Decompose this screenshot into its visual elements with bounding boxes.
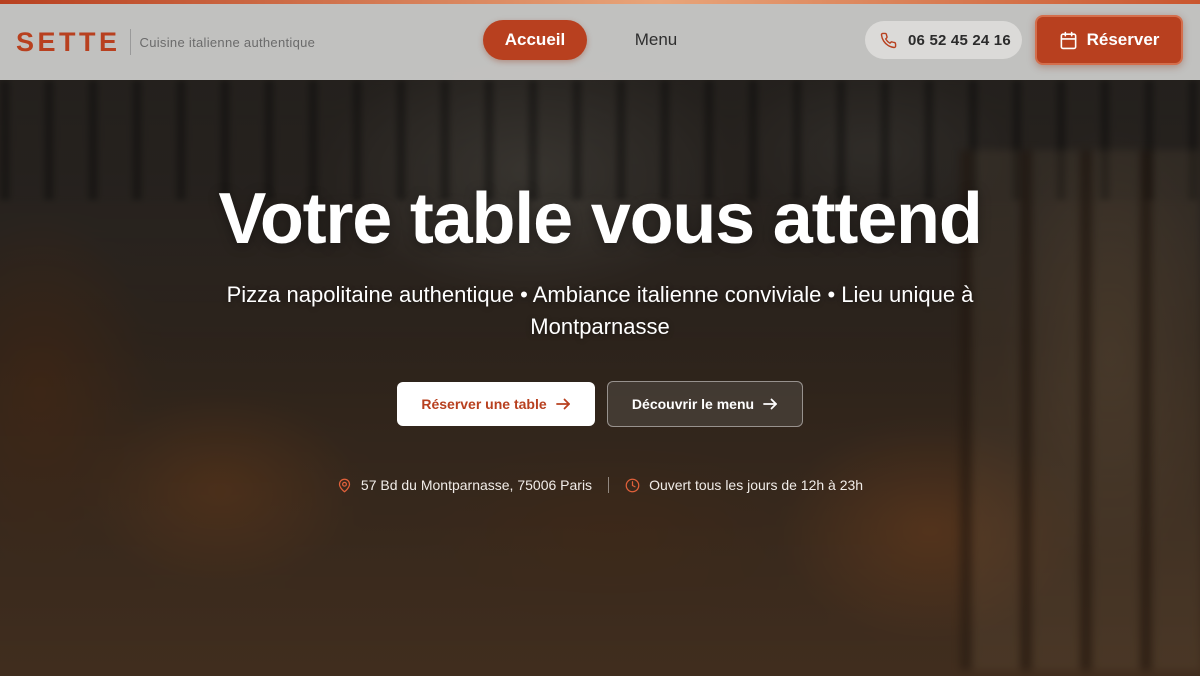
brand-tagline: Cuisine italienne authentique: [139, 34, 316, 50]
address-info: 57 Bd du Montparnasse, 75006 Paris: [337, 477, 592, 493]
top-accent-line: [0, 0, 1200, 4]
reserve-table-label: Réserver une table: [421, 396, 547, 412]
discover-menu-label: Découvrir le menu: [631, 396, 755, 412]
brand-divider: [129, 29, 131, 55]
info-divider: [608, 477, 610, 493]
phone-button[interactable]: 06 52 45 24 16: [865, 21, 1022, 59]
map-pin-icon: [337, 478, 352, 493]
arrow-right-icon: [555, 398, 571, 410]
brand-logo[interactable]: SETTE Cuisine italienne authentique: [16, 4, 315, 80]
hero-title: Votre table vous attend: [218, 179, 982, 259]
address-text: 57 Bd du Montparnasse, 75006 Paris: [360, 477, 593, 493]
discover-menu-button[interactable]: Découvrir le menu: [607, 381, 803, 427]
arrow-right-icon: [763, 398, 778, 410]
phone-number: 06 52 45 24 16: [908, 31, 1011, 49]
calendar-icon: [1059, 31, 1078, 50]
site-header: SETTE Cuisine italienne authentique Accu…: [0, 4, 1200, 80]
info-row: 57 Bd du Montparnasse, 75006 Paris Ouver…: [0, 474, 1200, 496]
hours-info: Ouvert tous les jours de 12h à 23h: [625, 477, 863, 493]
hero-section: Votre table vous attend Pizza napolitain…: [0, 0, 1200, 676]
hours-text: Ouvert tous les jours de 12h à 23h: [649, 477, 864, 493]
phone-icon: [880, 32, 897, 49]
clock-icon: [625, 478, 640, 493]
nav-home-label: Accueil: [504, 30, 566, 49]
hero-subtitle: Pizza napolitaine authentique • Ambiance…: [226, 282, 974, 339]
reserve-button[interactable]: Réserver: [1035, 15, 1183, 65]
nav-home-link[interactable]: Accueil: [483, 20, 587, 60]
nav-menu-link[interactable]: Menu: [618, 20, 694, 60]
reserve-table-button[interactable]: Réserver une table: [397, 382, 595, 426]
nav-menu-label: Menu: [634, 30, 678, 49]
reserve-label: Réserver: [1086, 30, 1160, 49]
brand-name: SETTE: [16, 26, 121, 57]
